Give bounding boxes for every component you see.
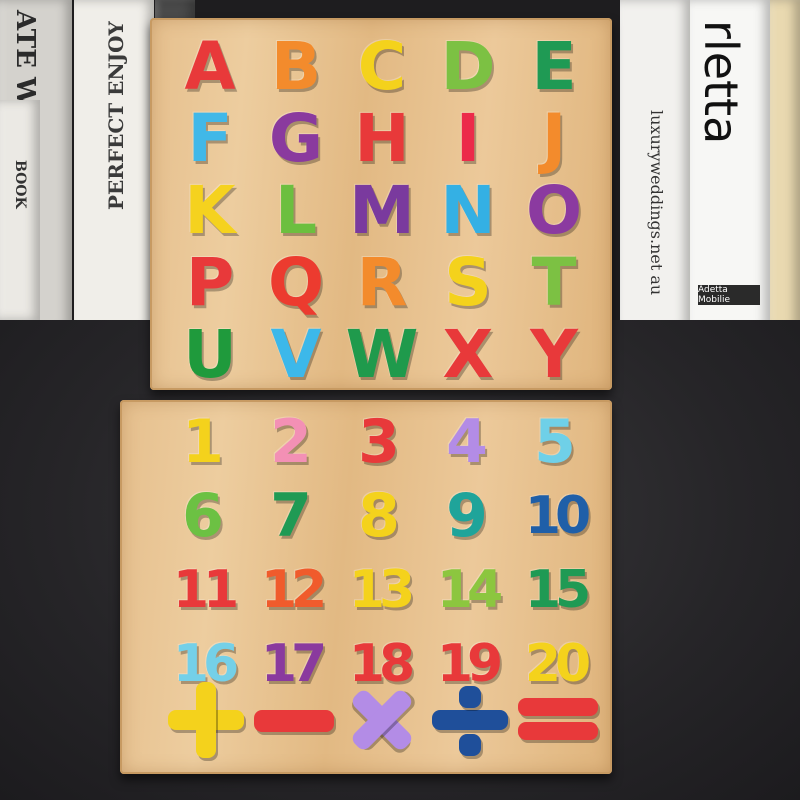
letter-piece-s[interactable]: S xyxy=(430,248,506,318)
letter-piece-o[interactable]: O xyxy=(516,176,592,246)
book-5: luxuryweddings.net au xyxy=(620,0,690,330)
number-piece-14[interactable]: 14 xyxy=(424,556,510,624)
number-piece-6[interactable]: 6 xyxy=(160,482,246,550)
minus-symbol-piece[interactable] xyxy=(254,710,334,732)
number-piece-4[interactable]: 4 xyxy=(424,408,510,476)
letter-piece-a[interactable]: A xyxy=(172,32,248,102)
letter-piece-j[interactable]: J xyxy=(516,104,592,174)
letter-piece-q[interactable]: Q xyxy=(258,248,334,318)
letter-piece-p[interactable]: P xyxy=(172,248,248,318)
equals-symbol-piece-top[interactable] xyxy=(518,698,598,716)
letter-piece-b[interactable]: B xyxy=(258,32,334,102)
letter-piece-n[interactable]: N xyxy=(430,176,506,246)
divide-symbol-piece-dot-bottom[interactable] xyxy=(459,734,481,756)
letter-piece-t[interactable]: T xyxy=(516,248,592,318)
number-piece-1[interactable]: 1 xyxy=(160,408,246,476)
letter-piece-e[interactable]: E xyxy=(516,32,592,102)
letter-piece-x[interactable]: X xyxy=(430,320,506,390)
number-piece-20[interactable]: 20 xyxy=(512,630,598,698)
divide-symbol-piece-bar[interactable] xyxy=(432,710,508,730)
equals-symbol-piece-bottom[interactable] xyxy=(518,722,598,740)
number-piece-2[interactable]: 2 xyxy=(248,408,334,476)
divide-symbol-piece-dot-top[interactable] xyxy=(459,686,481,708)
number-piece-7[interactable]: 7 xyxy=(248,482,334,550)
letter-piece-v[interactable]: V xyxy=(258,320,334,390)
letter-piece-y[interactable]: Y xyxy=(516,320,592,390)
book-5-title: luxuryweddings.net au xyxy=(647,110,666,296)
photo-scene: ATE WONDERFUL HOMELIFE PERFECT ENJOY BOO… xyxy=(0,0,800,800)
number-piece-11[interactable]: 11 xyxy=(160,556,246,624)
letter-piece-d[interactable]: D xyxy=(430,32,506,102)
letter-piece-w[interactable]: W xyxy=(344,320,420,390)
letter-piece-h[interactable]: H xyxy=(344,104,420,174)
plus-symbol-piece-v[interactable] xyxy=(196,682,216,758)
number-piece-8[interactable]: 8 xyxy=(336,482,422,550)
letter-piece-l[interactable]: L xyxy=(258,176,334,246)
number-piece-10[interactable]: 10 xyxy=(512,482,598,550)
letter-piece-c[interactable]: C xyxy=(344,32,420,102)
number-piece-15[interactable]: 15 xyxy=(512,556,598,624)
alphabet-puzzle-board: ABCDEFGHIJKLMNOPQRSTUVWXYZ xyxy=(150,18,612,460)
book-6-title: rletta xyxy=(694,20,748,145)
book-6-label: Adetta Mobilie xyxy=(698,285,760,305)
book-6: rletta Adetta Mobilie xyxy=(690,0,770,330)
number-piece-3[interactable]: 3 xyxy=(336,408,422,476)
letter-piece-r[interactable]: R xyxy=(344,248,420,318)
number-piece-13[interactable]: 13 xyxy=(336,556,422,624)
number-piece-9[interactable]: 9 xyxy=(424,482,510,550)
book-3: BOOK xyxy=(0,100,40,320)
letter-piece-u[interactable]: U xyxy=(172,320,248,390)
number-piece-12[interactable]: 12 xyxy=(248,556,334,624)
number-piece-17[interactable]: 17 xyxy=(248,630,334,698)
number-piece-18[interactable]: 18 xyxy=(336,630,422,698)
letter-piece-g[interactable]: G xyxy=(258,104,334,174)
letter-piece-i[interactable]: I xyxy=(430,104,506,174)
letter-piece-f[interactable]: F xyxy=(172,104,248,174)
book-2: PERFECT ENJOY xyxy=(74,0,154,330)
book-2-title: PERFECT ENJOY xyxy=(104,21,128,210)
number-puzzle-board: 1 2 3 4 5 6 7 8 9 10 11 12 13 14 15 16 17 18 19 20 xyxy=(120,400,612,774)
number-piece-5[interactable]: 5 xyxy=(512,408,598,476)
letter-piece-k[interactable]: K xyxy=(172,176,248,246)
letter-piece-m[interactable]: M xyxy=(344,176,420,246)
book-3-title: BOOK xyxy=(12,160,28,209)
book-7 xyxy=(770,0,800,330)
